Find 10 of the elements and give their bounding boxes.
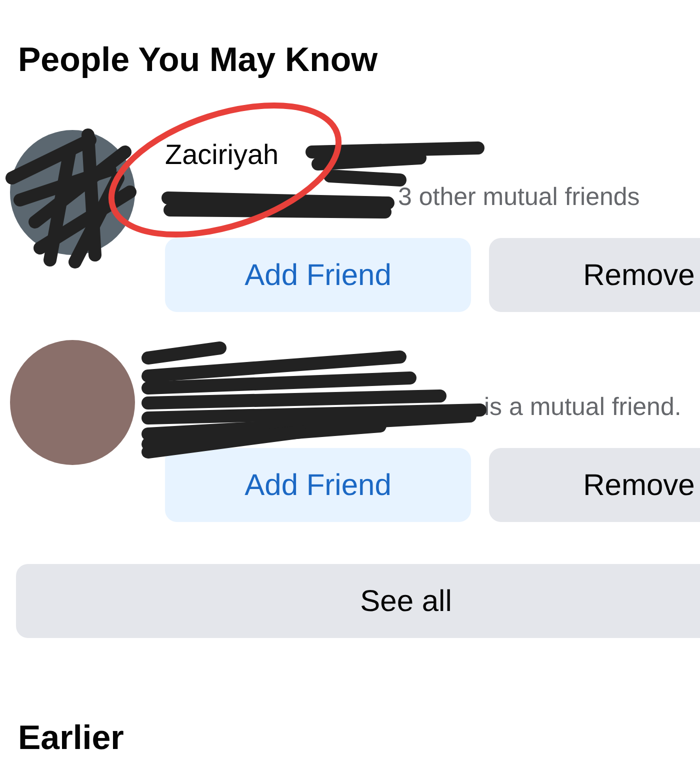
- add-friend-button[interactable]: Add Friend: [165, 238, 471, 312]
- section-heading: People You May Know: [17, 40, 379, 81]
- remove-button[interactable]: Remove: [489, 448, 700, 522]
- mutual-friends-text: is a mutual friend.: [484, 393, 682, 421]
- see-all-button[interactable]: See all: [16, 564, 700, 638]
- add-friend-button[interactable]: Add Friend: [165, 448, 471, 522]
- section-heading: Earlier: [17, 718, 125, 759]
- remove-button[interactable]: Remove: [489, 238, 700, 312]
- person-name[interactable]: Zaciriyah: [165, 139, 279, 170]
- mutual-friends-text: 3 other mutual friends: [398, 183, 640, 211]
